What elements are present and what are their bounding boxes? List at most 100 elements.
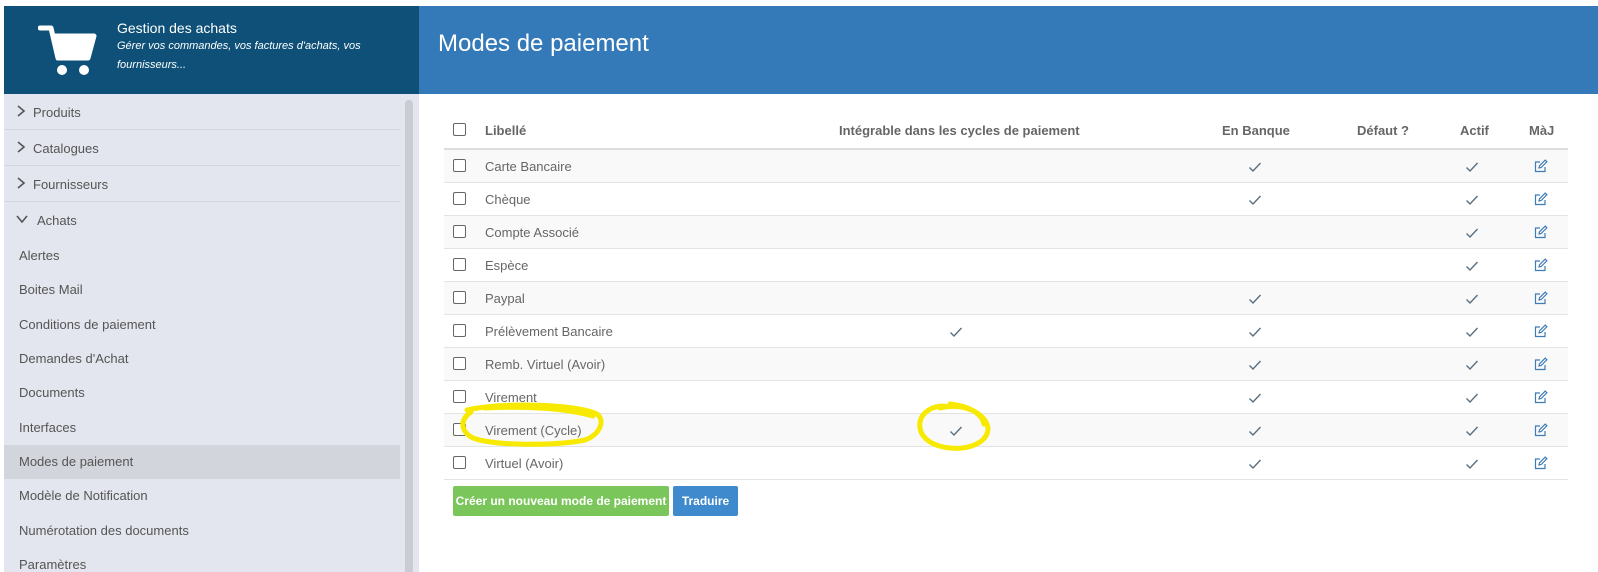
edit-icon[interactable] bbox=[1534, 258, 1548, 272]
sidebar-item-label: Modèle de Notification bbox=[19, 488, 148, 503]
row-label: Virtuel (Avoir) bbox=[485, 456, 564, 471]
edit-icon[interactable] bbox=[1534, 456, 1548, 470]
table-row: Espèce bbox=[444, 249, 1568, 282]
check-icon bbox=[1465, 226, 1479, 239]
check-icon bbox=[1465, 259, 1479, 272]
check-icon bbox=[1248, 358, 1262, 371]
edit-icon[interactable] bbox=[1534, 423, 1548, 437]
edit-icon[interactable] bbox=[1534, 291, 1548, 305]
row-checkbox[interactable] bbox=[453, 291, 466, 304]
row-label: Prélèvement Bancaire bbox=[485, 324, 613, 339]
table-row: Paypal bbox=[444, 282, 1568, 315]
edit-icon[interactable] bbox=[1534, 324, 1548, 338]
check-icon bbox=[1248, 292, 1262, 305]
check-icon bbox=[1465, 391, 1479, 404]
table-header: Libellé Intégrable dans les cycles de pa… bbox=[444, 114, 1568, 150]
sidebar-scrollbar[interactable] bbox=[405, 100, 413, 572]
sidebar-item-demandes-achat[interactable]: Demandes d'Achat bbox=[4, 342, 400, 376]
check-icon bbox=[1248, 424, 1262, 437]
sidebar-item-modele-notification[interactable]: Modèle de Notification bbox=[4, 479, 400, 513]
sidebar-item-label: Modes de paiement bbox=[19, 454, 134, 469]
check-icon bbox=[1465, 424, 1479, 437]
table-row: Remb. Virtuel (Avoir) bbox=[444, 348, 1568, 381]
row-label: Virement (Cycle) bbox=[485, 423, 582, 438]
sidebar-item-label: Documents bbox=[19, 385, 85, 400]
sidebar-item-label: Demandes d'Achat bbox=[19, 351, 129, 366]
check-icon bbox=[1248, 160, 1262, 173]
edit-icon[interactable] bbox=[1534, 225, 1548, 239]
sidebar-item-alertes[interactable]: Alertes bbox=[4, 239, 400, 273]
translate-button[interactable]: Traduire bbox=[673, 486, 738, 516]
sidebar-group-produits[interactable]: Produits bbox=[4, 94, 400, 130]
row-checkbox[interactable] bbox=[453, 456, 466, 469]
table-row: Compte Associé bbox=[444, 216, 1568, 249]
edit-icon[interactable] bbox=[1534, 357, 1548, 371]
row-label: Paypal bbox=[485, 291, 525, 306]
table-row: Carte Bancaire bbox=[444, 150, 1568, 183]
select-all-checkbox[interactable] bbox=[453, 123, 466, 136]
check-icon bbox=[949, 325, 963, 338]
page-header: Modes de paiement bbox=[419, 6, 1598, 94]
sidebar-item-label: Numérotation des documents bbox=[19, 523, 189, 538]
column-header-defaut: Défaut ? bbox=[1357, 123, 1409, 138]
check-icon bbox=[1248, 193, 1262, 206]
sidebar-item-boites-mail[interactable]: Boites Mail bbox=[4, 273, 400, 307]
table-row: Virement bbox=[444, 381, 1568, 414]
check-icon bbox=[1465, 325, 1479, 338]
sidebar-item-interfaces[interactable]: Interfaces bbox=[4, 411, 400, 445]
check-icon bbox=[1465, 160, 1479, 173]
column-header-maj: MàJ bbox=[1529, 123, 1555, 138]
sidebar-group-catalogues[interactable]: Catalogues bbox=[4, 130, 400, 166]
check-icon bbox=[1248, 391, 1262, 404]
row-label: Remb. Virtuel (Avoir) bbox=[485, 357, 606, 372]
sidebar-item-label: Interfaces bbox=[19, 420, 77, 435]
table-row: Chèque bbox=[444, 183, 1568, 216]
chevron-right-icon bbox=[17, 141, 26, 153]
row-label: Chèque bbox=[485, 192, 531, 207]
table-row: Virtuel (Avoir) bbox=[444, 447, 1568, 480]
row-checkbox[interactable] bbox=[453, 390, 466, 403]
sidebar-item-label: Paramètres bbox=[19, 557, 87, 572]
row-label: Virement bbox=[485, 390, 537, 405]
check-icon bbox=[1465, 358, 1479, 371]
sidebar-item-modes-paiement[interactable]: Modes de paiement bbox=[4, 445, 400, 479]
table-row: Virement (Cycle) bbox=[444, 414, 1568, 447]
sidebar-group-fournisseurs[interactable]: Fournisseurs bbox=[4, 166, 400, 202]
row-checkbox[interactable] bbox=[453, 225, 466, 238]
sidebar-item-documents[interactable]: Documents bbox=[4, 376, 400, 410]
edit-icon[interactable] bbox=[1534, 390, 1548, 404]
row-checkbox[interactable] bbox=[453, 192, 466, 205]
sidebar-item-parametres[interactable]: Paramètres bbox=[4, 548, 400, 572]
chevron-down-icon bbox=[16, 215, 28, 224]
sidebar-item-numerotation[interactable]: Numérotation des documents bbox=[4, 514, 400, 548]
row-checkbox[interactable] bbox=[453, 159, 466, 172]
edit-icon[interactable] bbox=[1534, 192, 1548, 206]
sidebar-group-label: Catalogues bbox=[33, 141, 99, 156]
chevron-right-icon bbox=[17, 105, 26, 117]
row-label: Carte Bancaire bbox=[485, 159, 572, 174]
sidebar-group-label: Fournisseurs bbox=[33, 177, 109, 192]
row-label: Espèce bbox=[485, 258, 529, 273]
row-checkbox[interactable] bbox=[453, 357, 466, 370]
sidebar-item-conditions-paiement[interactable]: Conditions de paiement bbox=[4, 308, 400, 342]
row-checkbox[interactable] bbox=[453, 423, 466, 436]
check-icon bbox=[1465, 193, 1479, 206]
row-checkbox[interactable] bbox=[453, 258, 466, 271]
row-checkbox[interactable] bbox=[453, 324, 466, 337]
sidebar-item-label: Alertes bbox=[19, 248, 60, 263]
column-header-banque: En Banque bbox=[1222, 123, 1290, 138]
column-header-cycles: Intégrable dans les cycles de paiement bbox=[839, 123, 1080, 138]
check-icon bbox=[1465, 292, 1479, 305]
edit-icon[interactable] bbox=[1534, 159, 1548, 173]
create-payment-mode-button[interactable]: Créer un nouveau mode de paiement bbox=[453, 486, 669, 516]
shopping-cart-icon bbox=[38, 25, 97, 75]
check-icon bbox=[1465, 457, 1479, 470]
app-title: Gestion des achats bbox=[117, 20, 237, 36]
app-brand: Gestion des achats Gérer vos commandes, … bbox=[4, 6, 419, 94]
page-title: Modes de paiement bbox=[438, 30, 649, 57]
app-subtitle: Gérer vos commandes, vos factures d'acha… bbox=[117, 40, 361, 71]
check-icon bbox=[949, 424, 963, 437]
sidebar-group-achats[interactable]: Achats bbox=[4, 202, 400, 238]
sidebar: Produits Catalogues Fournisseurs Achats … bbox=[4, 94, 419, 572]
column-header-libelle: Libellé bbox=[485, 123, 527, 138]
